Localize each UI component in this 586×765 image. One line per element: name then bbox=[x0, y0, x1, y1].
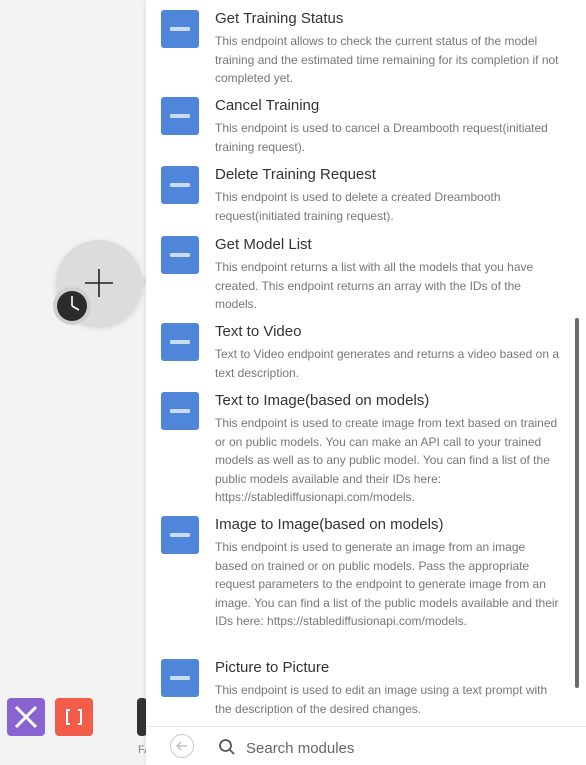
module-title: Get Model List bbox=[215, 236, 312, 253]
clock-icon bbox=[57, 291, 87, 321]
module-title: Image to Image(based on models) bbox=[215, 516, 444, 533]
module-description: This endpoint returns a list with all th… bbox=[215, 260, 534, 311]
module-title: Delete Training Request bbox=[215, 166, 376, 183]
tools-icon bbox=[14, 705, 38, 729]
module-title: Cancel Training bbox=[215, 97, 320, 114]
json-tools-button[interactable] bbox=[55, 698, 93, 736]
module-title: Text to Image(based on models) bbox=[215, 392, 430, 409]
tools-button[interactable] bbox=[7, 698, 45, 736]
stable-diffusion-logo-icon bbox=[161, 323, 199, 361]
module-title: Text to Video bbox=[215, 323, 302, 340]
module-title: Get Training Status bbox=[215, 10, 344, 27]
module-picker-panel: Get Training Status This endpoint allows… bbox=[146, 0, 586, 765]
json-brackets-icon bbox=[66, 709, 82, 725]
back-button[interactable] bbox=[170, 734, 194, 758]
module-description: This endpoint is used to create image fr… bbox=[215, 416, 558, 504]
module-search-bar bbox=[146, 726, 586, 765]
search-modules-input[interactable] bbox=[244, 735, 548, 761]
stable-diffusion-logo-icon bbox=[161, 166, 199, 204]
stable-diffusion-logo-icon bbox=[161, 236, 199, 274]
search-icon bbox=[219, 739, 235, 755]
arrow-left-icon bbox=[175, 741, 187, 751]
module-description: This endpoint is used to edit an image u… bbox=[215, 683, 548, 716]
module-list-scrollbar[interactable] bbox=[575, 318, 579, 688]
module-description: This endpoint is used to cancel a Dreamb… bbox=[215, 121, 548, 154]
stable-diffusion-logo-icon bbox=[161, 97, 199, 135]
schedule-badge[interactable] bbox=[53, 287, 91, 325]
module-description: Text to Video endpoint generates and ret… bbox=[215, 347, 560, 380]
module-description: This endpoint allows to check the curren… bbox=[215, 34, 559, 85]
stable-diffusion-logo-icon bbox=[161, 10, 199, 48]
module-description: This endpoint is used to generate an ima… bbox=[215, 540, 559, 628]
stable-diffusion-logo-icon bbox=[161, 392, 199, 430]
stable-diffusion-logo-icon bbox=[161, 516, 199, 554]
module-title: Picture to Picture bbox=[215, 659, 330, 676]
module-description: This endpoint is used to delete a create… bbox=[215, 190, 501, 223]
stable-diffusion-logo-icon bbox=[161, 659, 199, 697]
module-list[interactable]: Get Training Status This endpoint allows… bbox=[146, 0, 576, 726]
